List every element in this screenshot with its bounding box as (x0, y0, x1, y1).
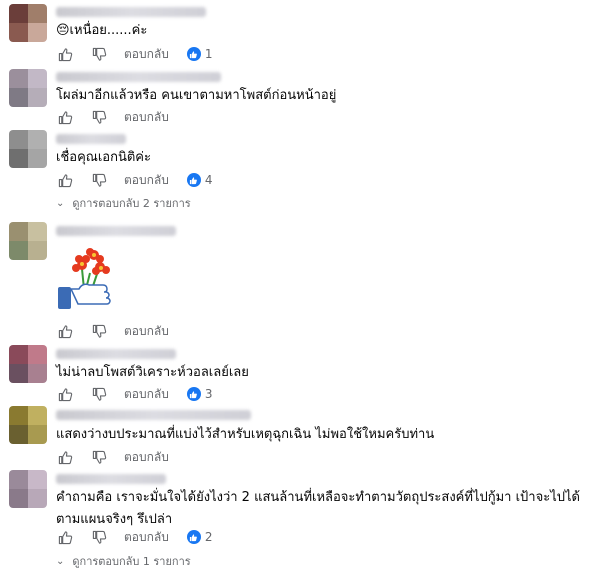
like-reaction-icon (186, 387, 201, 401)
reply-button[interactable]: ตอบกลับ (124, 528, 169, 546)
thumbs-up-icon[interactable] (56, 385, 74, 403)
commenter-name[interactable] (56, 349, 176, 359)
chevron-down-icon: ⌄ (56, 197, 65, 209)
avatar[interactable] (9, 470, 47, 508)
thumbs-down-icon[interactable] (90, 108, 108, 126)
thumbs-down-icon[interactable] (90, 528, 108, 546)
comment-actions: ตอบกลับ 3 (56, 385, 213, 403)
thumbs-up-icon[interactable] (56, 528, 74, 546)
commenter-name[interactable] (56, 410, 251, 420)
commenter-name[interactable] (56, 474, 166, 484)
comment-actions: ตอบกลับ (56, 448, 187, 466)
comment-actions: ตอบกลับ (56, 108, 187, 126)
comment-text: แสดงว่างบประมาณที่แบ่งไว้สำหรับเหตุฉุกเฉ… (56, 427, 435, 442)
thumbs-down-icon[interactable] (90, 171, 108, 189)
comment-text: 😔เหนื่อย......ค่ะ (56, 23, 148, 38)
reply-button[interactable]: ตอบกลับ (124, 171, 169, 189)
flower-thumbs-up-sticker[interactable] (56, 245, 116, 315)
thumbs-up-icon[interactable] (56, 322, 74, 340)
reaction-summary[interactable]: 1 (186, 47, 213, 61)
avatar[interactable] (9, 345, 47, 383)
chevron-down-icon: ⌄ (56, 555, 65, 567)
reaction-count: 4 (204, 173, 213, 187)
comment-actions: ตอบกลับ (56, 322, 187, 340)
reaction-count: 3 (204, 387, 213, 401)
thumbs-down-icon[interactable] (90, 448, 108, 466)
thumbs-down-icon[interactable] (90, 385, 108, 403)
reaction-count: 1 (204, 47, 213, 61)
comment-actions: ตอบกลับ 2 (56, 528, 213, 546)
comment-actions: ตอบกลับ 4 (56, 171, 213, 189)
view-replies-label: ดูการตอบกลับ 1 รายการ (72, 555, 191, 568)
reaction-summary[interactable]: 4 (186, 173, 213, 187)
comment-text: โผล่มาอีกแล้วหรือ คนเขาตามหาโพสต์ก่อนหน้… (56, 88, 337, 103)
thumbs-up-icon[interactable] (56, 448, 74, 466)
comment-text: เชื่อคุณเอกนิติค่ะ (56, 150, 151, 165)
thumbs-up-icon[interactable] (56, 108, 74, 126)
commenter-name[interactable] (56, 134, 126, 144)
reaction-summary[interactable]: 3 (186, 387, 213, 401)
avatar[interactable] (9, 406, 47, 444)
reaction-summary[interactable]: 2 (186, 530, 213, 544)
view-replies-link[interactable]: ⌄ ดูการตอบกลับ 2 รายการ (56, 194, 191, 212)
avatar[interactable] (9, 69, 47, 107)
like-reaction-icon (186, 47, 201, 61)
reaction-count: 2 (204, 530, 213, 544)
view-replies-label: ดูการตอบกลับ 2 รายการ (72, 197, 191, 210)
thumbs-down-icon[interactable] (90, 45, 108, 63)
reply-button[interactable]: ตอบกลับ (124, 385, 169, 403)
commenter-name[interactable] (56, 226, 176, 236)
reply-button[interactable]: ตอบกลับ (124, 45, 169, 63)
thumbs-down-icon[interactable] (90, 322, 108, 340)
comment-text: คำถามคือ เราจะมั่นใจได้ยังไงว่า 2 แสนล้า… (56, 490, 580, 527)
reply-button[interactable]: ตอบกลับ (124, 108, 169, 126)
reply-button[interactable]: ตอบกลับ (124, 448, 169, 466)
like-reaction-icon (186, 530, 201, 544)
thumbs-up-icon[interactable] (56, 45, 74, 63)
comment-text: ไม่น่าลบโพสต์วิเคราะห์วอลเลย์เลย (56, 365, 249, 380)
commenter-name[interactable] (56, 72, 221, 82)
comment-actions: ตอบกลับ 1 (56, 45, 213, 63)
reply-button[interactable]: ตอบกลับ (124, 322, 169, 340)
thumbs-up-icon[interactable] (56, 171, 74, 189)
view-replies-link[interactable]: ⌄ ดูการตอบกลับ 1 รายการ (56, 552, 191, 570)
avatar[interactable] (9, 222, 47, 260)
commenter-name[interactable] (56, 7, 206, 17)
avatar[interactable] (9, 4, 47, 42)
like-reaction-icon (186, 173, 201, 187)
avatar[interactable] (9, 130, 47, 168)
